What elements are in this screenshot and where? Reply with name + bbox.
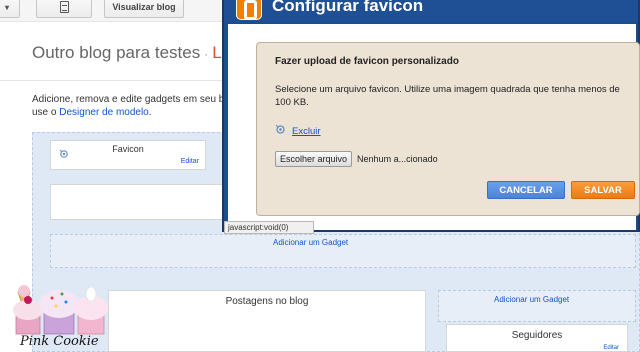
add-gadget-link-sidebar[interactable]: Adicionar um Gadget <box>494 295 569 304</box>
blogger-logo-icon <box>236 0 262 20</box>
instructions-suffix: . <box>148 107 152 118</box>
status-bar: javascript:void(0) <box>224 221 314 234</box>
upload-description: Selecione um arquivo favicon. Utilize um… <box>275 84 620 108</box>
gadget-title: Favicon <box>112 144 144 154</box>
instructions-text: Adicione, remova e edite gadgets em seu … <box>32 94 225 105</box>
selected-file-name: Nenhum a...cionado <box>357 154 438 164</box>
instructions-text-2: use o <box>32 107 60 118</box>
file-input: Escolher arquivo Nenhum a...cionado <box>275 151 438 167</box>
blog-title: Outro blog para testes <box>32 43 201 62</box>
divider <box>0 80 230 81</box>
dropdown-button[interactable]: ▾ <box>0 0 20 18</box>
watermark-text: Pink Cookie <box>20 334 99 349</box>
delete-row: Excluir <box>275 122 321 140</box>
upload-panel: Fazer upload de favicon personalizado Se… <box>256 42 640 216</box>
template-designer-link[interactable]: Designer de modelo <box>59 107 149 118</box>
chevron-down-icon: ▾ <box>4 2 9 12</box>
gadget-title: Postagens no blog <box>225 296 309 307</box>
dialog-titlebar[interactable]: Configurar favicon <box>224 0 638 22</box>
edit-gadget-link[interactable]: Editar <box>181 158 199 165</box>
edit-gadget-link[interactable]: Editar <box>603 345 619 351</box>
upload-heading: Fazer upload de favicon personalizado <box>275 56 459 67</box>
gadget-title: Seguidores <box>511 330 563 341</box>
document-icon <box>59 1 69 13</box>
layout-instructions: Adicione, remova e edite gadgets em seu … <box>32 93 252 119</box>
delete-favicon-link[interactable]: Excluir <box>292 126 321 137</box>
add-gadget-link[interactable]: Adicionar um Gadget <box>273 238 348 247</box>
cancel-button[interactable]: CANCELAR <box>487 181 565 199</box>
header-gadget[interactable] <box>50 184 230 220</box>
followers-gadget[interactable]: Seguidores Editar <box>446 324 628 352</box>
save-button[interactable]: SALVAR <box>571 181 635 199</box>
blog-posts-gadget[interactable]: Postagens no blog <box>108 290 426 352</box>
choose-file-button[interactable]: Escolher arquivo <box>275 151 353 167</box>
dialog-title: Configurar favicon <box>272 0 424 15</box>
view-posts-button[interactable] <box>36 0 92 18</box>
dialog-body: Fazer upload de favicon personalizado Se… <box>228 24 640 230</box>
page-title: Outro blog para testes·La <box>32 43 231 63</box>
favicon-icon <box>275 122 286 140</box>
breadcrumb-separator: · <box>204 47 209 61</box>
favicon-gadget[interactable]: Favicon Editar <box>50 140 206 170</box>
configure-favicon-dialog: Configurar favicon Fazer upload de favic… <box>222 0 640 232</box>
view-blog-button[interactable]: Visualizar blog <box>104 0 184 18</box>
